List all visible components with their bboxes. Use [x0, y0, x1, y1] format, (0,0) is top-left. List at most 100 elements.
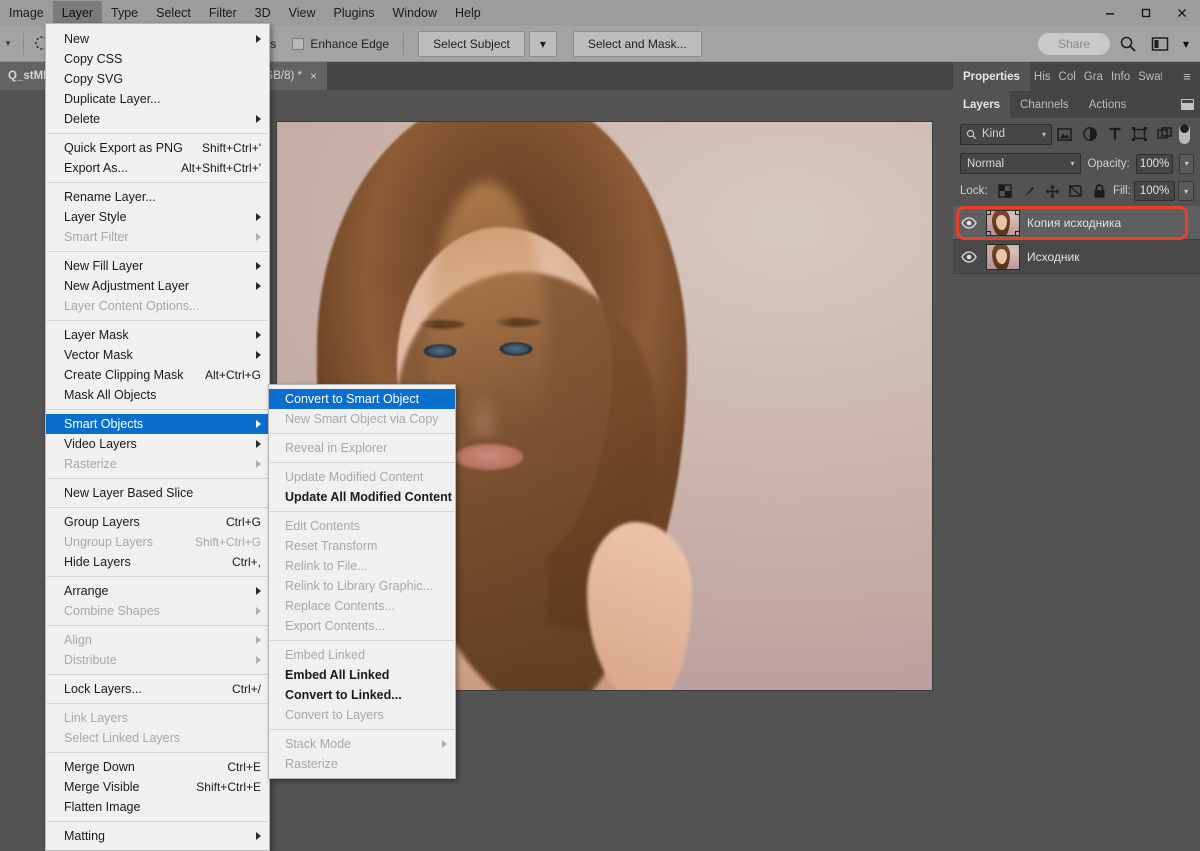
minimize-icon[interactable]: [1092, 0, 1128, 26]
panel-tab-gra[interactable]: Gra: [1079, 62, 1107, 91]
filter-kind-select[interactable]: Kind ▾: [960, 123, 1052, 145]
filter-shape-layers-icon[interactable]: [1127, 123, 1152, 145]
share-button[interactable]: Share: [1037, 32, 1110, 55]
tab-layers[interactable]: Layers: [953, 91, 1011, 118]
chevron-down-icon[interactable]: ▾: [1178, 32, 1194, 56]
menu-item-arrange[interactable]: Arrange: [46, 581, 269, 601]
menu-image[interactable]: Image: [0, 1, 53, 26]
search-icon[interactable]: [1114, 32, 1142, 56]
panel-tab-his[interactable]: His: [1029, 62, 1055, 91]
panel-tab-col[interactable]: Col: [1054, 62, 1080, 91]
filter-pixel-layers-icon[interactable]: [1052, 123, 1077, 145]
submenu-item-update-all-modified-content[interactable]: Update All Modified Content: [269, 487, 455, 507]
menu-separator: [47, 674, 268, 675]
menu-3d[interactable]: 3D: [246, 1, 280, 26]
hamburger-menu-icon[interactable]: ≡: [1174, 62, 1200, 91]
filter-type-layers-icon[interactable]: [1102, 123, 1127, 145]
lock-all-icon[interactable]: [1089, 181, 1110, 201]
panel-tab-properties[interactable]: Properties: [953, 62, 1030, 91]
menu-item-flatten-image[interactable]: Flatten Image: [46, 797, 269, 817]
submenu-item-convert-to-smart-object[interactable]: Convert to Smart Object: [269, 389, 455, 409]
menu-item-group-layers[interactable]: Group Layers Ctrl+G: [46, 512, 269, 532]
select-subject-button[interactable]: Select Subject: [418, 30, 525, 57]
submenu-arrow-icon: [256, 460, 261, 468]
menu-item-copy-css[interactable]: Copy CSS: [46, 49, 269, 69]
options-overflow-arrow[interactable]: ▾: [0, 38, 16, 49]
menu-view[interactable]: View: [280, 1, 325, 26]
panel-options-icon[interactable]: [1174, 91, 1200, 118]
menu-item-label: Combine Shapes: [64, 604, 160, 618]
eye-icon[interactable]: [959, 216, 979, 229]
menu-item-merge-visible[interactable]: Merge Visible Shift+Ctrl+E: [46, 777, 269, 797]
blend-mode-select[interactable]: Normal ▾: [960, 153, 1082, 174]
menu-item-new-adjustment-layer[interactable]: New Adjustment Layer: [46, 276, 269, 296]
submenu-arrow-icon: [442, 740, 447, 748]
menu-item-smart-objects[interactable]: Smart Objects: [46, 414, 269, 434]
opacity-input[interactable]: 100%: [1135, 153, 1174, 174]
tab-actions[interactable]: Actions: [1078, 91, 1137, 118]
layer-thumbnail[interactable]: [986, 209, 1020, 236]
menu-filter[interactable]: Filter: [200, 1, 246, 26]
menu-separator: [47, 703, 268, 704]
panel-tab-info[interactable]: Info: [1106, 62, 1135, 91]
menu-item-new-layer-based-slice[interactable]: New Layer Based Slice: [46, 483, 269, 503]
menu-item-delete[interactable]: Delete: [46, 109, 269, 129]
lock-artboard-nesting-icon[interactable]: [1066, 181, 1087, 201]
filter-smart-object-layers-icon[interactable]: [1152, 123, 1177, 145]
submenu-arrow-icon: [256, 282, 261, 290]
menu-item-matting[interactable]: Matting: [46, 826, 269, 846]
menu-item-duplicate-layer[interactable]: Duplicate Layer...: [46, 89, 269, 109]
photo-eye-right: [499, 342, 533, 356]
menu-item-new[interactable]: New: [46, 29, 269, 49]
menu-item-hide-layers[interactable]: Hide Layers Ctrl+,: [46, 552, 269, 572]
filter-adjustment-layers-icon[interactable]: [1077, 123, 1102, 145]
tab-channels[interactable]: Channels: [1010, 91, 1079, 118]
menu-item-layer-mask[interactable]: Layer Mask: [46, 325, 269, 345]
lock-position-icon[interactable]: [1042, 181, 1063, 201]
lock-transparent-pixels-icon[interactable]: [995, 181, 1016, 201]
document-tab-left[interactable]: Q_stMM: [0, 62, 48, 90]
menu-item-vector-mask[interactable]: Vector Mask: [46, 345, 269, 365]
menu-item-mask-all-objects[interactable]: Mask All Objects: [46, 385, 269, 405]
menu-item-label: New Layer Based Slice: [64, 486, 194, 500]
menu-select[interactable]: Select: [147, 1, 200, 26]
menu-help[interactable]: Help: [446, 1, 490, 26]
menu-item-rename-layer[interactable]: Rename Layer...: [46, 187, 269, 207]
panel-tab-swat[interactable]: Swat: [1134, 62, 1163, 91]
menu-item-create-clipping-mask[interactable]: Create Clipping Mask Alt+Ctrl+G: [46, 365, 269, 385]
lock-image-pixels-icon[interactable]: [1018, 181, 1039, 201]
close-icon[interactable]: [1164, 0, 1200, 26]
menu-item-copy-svg[interactable]: Copy SVG: [46, 69, 269, 89]
menu-item-merge-down[interactable]: Merge Down Ctrl+E: [46, 757, 269, 777]
workspace-panel-icon[interactable]: [1146, 32, 1174, 56]
menu-separator: [47, 133, 268, 134]
maximize-icon[interactable]: [1128, 0, 1164, 26]
menu-separator: [47, 182, 268, 183]
menu-item-video-layers[interactable]: Video Layers: [46, 434, 269, 454]
select-subject-dropdown[interactable]: ▾: [528, 30, 557, 57]
menu-window[interactable]: Window: [384, 1, 446, 26]
submenu-item-embed-all-linked[interactable]: Embed All Linked: [269, 665, 455, 685]
layer-thumbnail[interactable]: [986, 243, 1020, 270]
menu-item-quick-export-as-png[interactable]: Quick Export as PNG Shift+Ctrl+': [46, 138, 269, 158]
menu-item-export-as[interactable]: Export As... Alt+Shift+Ctrl+': [46, 158, 269, 178]
menu-item-lock-layers[interactable]: Lock Layers... Ctrl+/: [46, 679, 269, 699]
filter-enable-toggle[interactable]: [1179, 124, 1190, 144]
select-and-mask-button[interactable]: Select and Mask...: [572, 30, 702, 57]
menu-item-layer-style[interactable]: Layer Style: [46, 207, 269, 227]
eye-icon[interactable]: [959, 250, 979, 263]
submenu-item-convert-to-linked[interactable]: Convert to Linked...: [269, 685, 455, 705]
enhance-edge-checkbox[interactable]: [292, 37, 305, 50]
menu-item-shortcut: Alt+Shift+Ctrl+': [181, 161, 261, 175]
fill-stepper-chevron[interactable]: ▾: [1178, 181, 1195, 201]
menu-item-new-fill-layer[interactable]: New Fill Layer: [46, 256, 269, 276]
layer-row[interactable]: Исходник: [953, 240, 1200, 274]
menu-plugins[interactable]: Plugins: [325, 1, 384, 26]
fill-input[interactable]: 100%: [1133, 181, 1176, 201]
menu-type[interactable]: Type: [102, 1, 147, 26]
opacity-stepper-chevron[interactable]: ▾: [1179, 153, 1194, 174]
menu-layer[interactable]: Layer: [52, 0, 103, 26]
menu-item-label: Replace Contents...: [285, 599, 395, 613]
layer-row[interactable]: Копия исходника: [953, 206, 1200, 240]
close-icon[interactable]: ×: [310, 69, 317, 83]
